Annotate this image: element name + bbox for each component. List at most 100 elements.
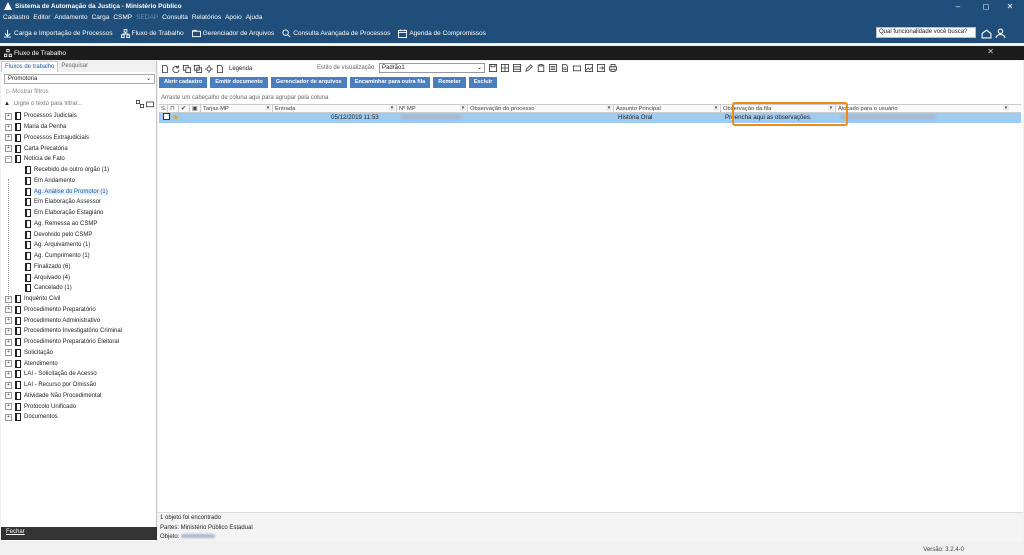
report-icon[interactable] bbox=[560, 63, 569, 72]
toolbar-fluxo-trabalho[interactable]: Fluxo de Trabalho bbox=[120, 28, 184, 38]
collapse-icon[interactable]: − bbox=[5, 155, 12, 163]
tree-filter-input[interactable] bbox=[11, 99, 135, 108]
tree-item[interactable]: + LAI - Recurso por Omissão bbox=[5, 380, 155, 391]
users-icon[interactable] bbox=[993, 26, 1007, 40]
settings-icon[interactable] bbox=[204, 64, 213, 73]
menu-item-carga[interactable]: Carga bbox=[92, 14, 110, 21]
expand-icon[interactable]: + bbox=[5, 349, 12, 357]
duplicate-icon[interactable] bbox=[193, 64, 202, 73]
expand-icon[interactable]: + bbox=[5, 145, 12, 153]
edit-icon[interactable] bbox=[524, 63, 533, 72]
toolbar-consulta-avancada[interactable]: Consulta Avançada de Processos bbox=[282, 28, 390, 38]
expand-icon[interactable]: + bbox=[5, 295, 12, 303]
tree-item[interactable]: + Protocolo Unificado bbox=[5, 401, 155, 412]
tree-child-item[interactable]: Ag. Análise do Promotor (1) bbox=[5, 186, 155, 197]
tree-item[interactable]: + Procedimento Preparatório bbox=[5, 305, 155, 316]
legend-label[interactable]: Legenda bbox=[229, 66, 252, 72]
tree-item[interactable]: + Solicitação bbox=[5, 348, 155, 359]
column-header-status[interactable]: S... bbox=[159, 105, 168, 112]
column-header-entrada[interactable]: Entrada ▾ bbox=[273, 105, 397, 112]
menu-item-ajuda[interactable]: Ajuda bbox=[246, 14, 263, 21]
menu-item-andamento[interactable]: Andamento bbox=[54, 14, 87, 21]
tree-item[interactable]: + Documentos bbox=[5, 412, 155, 423]
column-filter-icon[interactable]: ▾ bbox=[460, 105, 466, 111]
tree-item[interactable]: + Inquérito Civil bbox=[5, 294, 155, 305]
expand-icon[interactable]: + bbox=[5, 381, 12, 389]
refresh-icon[interactable] bbox=[171, 64, 180, 73]
action-button-2[interactable]: Emitir documento bbox=[210, 77, 268, 88]
expand-icon[interactable]: + bbox=[5, 123, 12, 131]
menu-item-csmp[interactable]: CSMP bbox=[113, 14, 132, 21]
action-button-6[interactable]: Excluir bbox=[468, 77, 498, 88]
column-header-check[interactable]: ✔ bbox=[179, 105, 190, 112]
tree-item[interactable]: + Processos Judiciais bbox=[5, 111, 155, 122]
list-icon[interactable] bbox=[548, 63, 557, 72]
tree-child-item[interactable]: Recebido de outro órgão (1) bbox=[5, 165, 155, 176]
tree-child-item[interactable]: Em Andamento bbox=[5, 176, 155, 187]
row-checkbox[interactable] bbox=[163, 113, 170, 120]
tab-fluxos-de-trabalho[interactable]: Fluxos de trabalho bbox=[1, 61, 59, 72]
tree-child-item[interactable]: Arquivado (4) bbox=[5, 272, 155, 283]
expand-icon[interactable]: + bbox=[5, 338, 12, 346]
tree-item[interactable]: + Procedimento Investigatório Criminal bbox=[5, 326, 155, 337]
action-button-1[interactable]: Abrir cadastro bbox=[159, 77, 208, 88]
expand-icon[interactable]: + bbox=[5, 317, 12, 325]
expand-icon[interactable]: + bbox=[5, 370, 12, 378]
tree-item[interactable]: + Procedimento Administrativo bbox=[5, 315, 155, 326]
tree-child-item[interactable]: Finalizado (6) bbox=[5, 262, 155, 273]
column-header-tarjas-mp[interactable]: Tarjas MP ▾ bbox=[201, 105, 273, 112]
save-view-icon[interactable] bbox=[488, 63, 497, 72]
collapse-up-icon[interactable]: ▲ bbox=[4, 101, 10, 107]
column-header-alocado-usuario[interactable]: Alocado para o usuário ▾ bbox=[836, 105, 1010, 112]
action-button-4[interactable]: Encaminhar para outra fila bbox=[349, 77, 431, 88]
column-filter-icon[interactable]: ▾ bbox=[265, 105, 271, 111]
column-header-observacao-processo[interactable]: Observação do processo ▾ bbox=[468, 105, 614, 112]
exit-button[interactable]: Fechar bbox=[1, 527, 157, 540]
expand-icon[interactable]: + bbox=[5, 306, 12, 314]
export-icon[interactable] bbox=[596, 63, 605, 72]
action-button-5[interactable]: Remeter bbox=[433, 77, 466, 88]
paste-icon[interactable] bbox=[536, 63, 545, 72]
column-header-numero-mp[interactable]: Nº MP ▾ bbox=[397, 105, 468, 112]
action-button-3[interactable]: Gerenciador de arquivos bbox=[270, 77, 347, 88]
print-icon[interactable] bbox=[608, 63, 617, 72]
close-subwindow-icon[interactable]: ✕ bbox=[987, 47, 994, 56]
toolbar-agenda-compromissos[interactable]: Agenda de Compromissos bbox=[398, 28, 486, 38]
view-style-select[interactable]: Padrão1 ⌄ bbox=[379, 63, 485, 73]
folders-icon[interactable] bbox=[572, 63, 581, 72]
grid-view-icon[interactable] bbox=[500, 63, 509, 72]
tree-item[interactable]: + Processos Extrajudiciais bbox=[5, 133, 155, 144]
menu-item-cadastro[interactable]: Cadastro bbox=[3, 14, 29, 21]
tree-item[interactable]: − Notícia de Fato bbox=[5, 154, 155, 165]
images-icon[interactable] bbox=[584, 63, 593, 72]
star-icon[interactable]: ★ bbox=[172, 113, 179, 122]
menu-item-relat-rios[interactable]: Relatórios bbox=[192, 14, 221, 21]
column-header-bookmark[interactable]: ⊓ bbox=[168, 105, 179, 112]
tree-item[interactable]: + Procedimento Preparatório Eleitoral bbox=[5, 337, 155, 348]
tree-item[interactable]: + Atendimento bbox=[5, 358, 155, 369]
menu-item-apoio[interactable]: Apoio bbox=[225, 14, 242, 21]
tab-pesquisar[interactable]: Pesquisar bbox=[58, 61, 91, 72]
column-filter-icon[interactable]: ▾ bbox=[713, 105, 719, 111]
menu-item-editor[interactable]: Editor bbox=[33, 14, 50, 21]
tree-child-item[interactable]: Devolvido pelo CSMP bbox=[5, 229, 155, 240]
column-filter-icon[interactable]: ▾ bbox=[389, 105, 395, 111]
feature-search-input[interactable]: Qual funcionalidade você busca? bbox=[876, 27, 976, 38]
table-row[interactable]: ★ 05/12/2019 11:53 História Oral Preench… bbox=[159, 113, 1021, 123]
tree-refresh-icon[interactable] bbox=[145, 99, 155, 109]
tree-child-item[interactable]: Ag. Remessa ao CSMP bbox=[5, 219, 155, 230]
expand-icon[interactable]: + bbox=[5, 327, 12, 335]
toolbar-gerenciador-arquivos[interactable]: Gerenciador de Arquivos bbox=[191, 29, 274, 38]
expand-icon[interactable]: + bbox=[5, 403, 12, 411]
tree-item[interactable]: + LAI - Solicitação de Acesso bbox=[5, 369, 155, 380]
column-header-assunto-principal[interactable]: Assunto Principal ▾ bbox=[614, 105, 721, 112]
tree-item[interactable]: + Atividade Não Procedimental bbox=[5, 391, 155, 402]
column-header-lock[interactable]: ▣ bbox=[190, 105, 201, 112]
menu-item-sedap[interactable]: SEDAP bbox=[136, 14, 158, 21]
column-filter-icon[interactable]: ▾ bbox=[1003, 105, 1009, 111]
tree-item[interactable]: + Carta Precatória bbox=[5, 143, 155, 154]
expand-icon[interactable]: + bbox=[5, 112, 12, 120]
expand-icon[interactable]: + bbox=[5, 413, 12, 421]
tree-options-icon[interactable] bbox=[135, 99, 145, 109]
copy-icon[interactable] bbox=[182, 64, 191, 73]
